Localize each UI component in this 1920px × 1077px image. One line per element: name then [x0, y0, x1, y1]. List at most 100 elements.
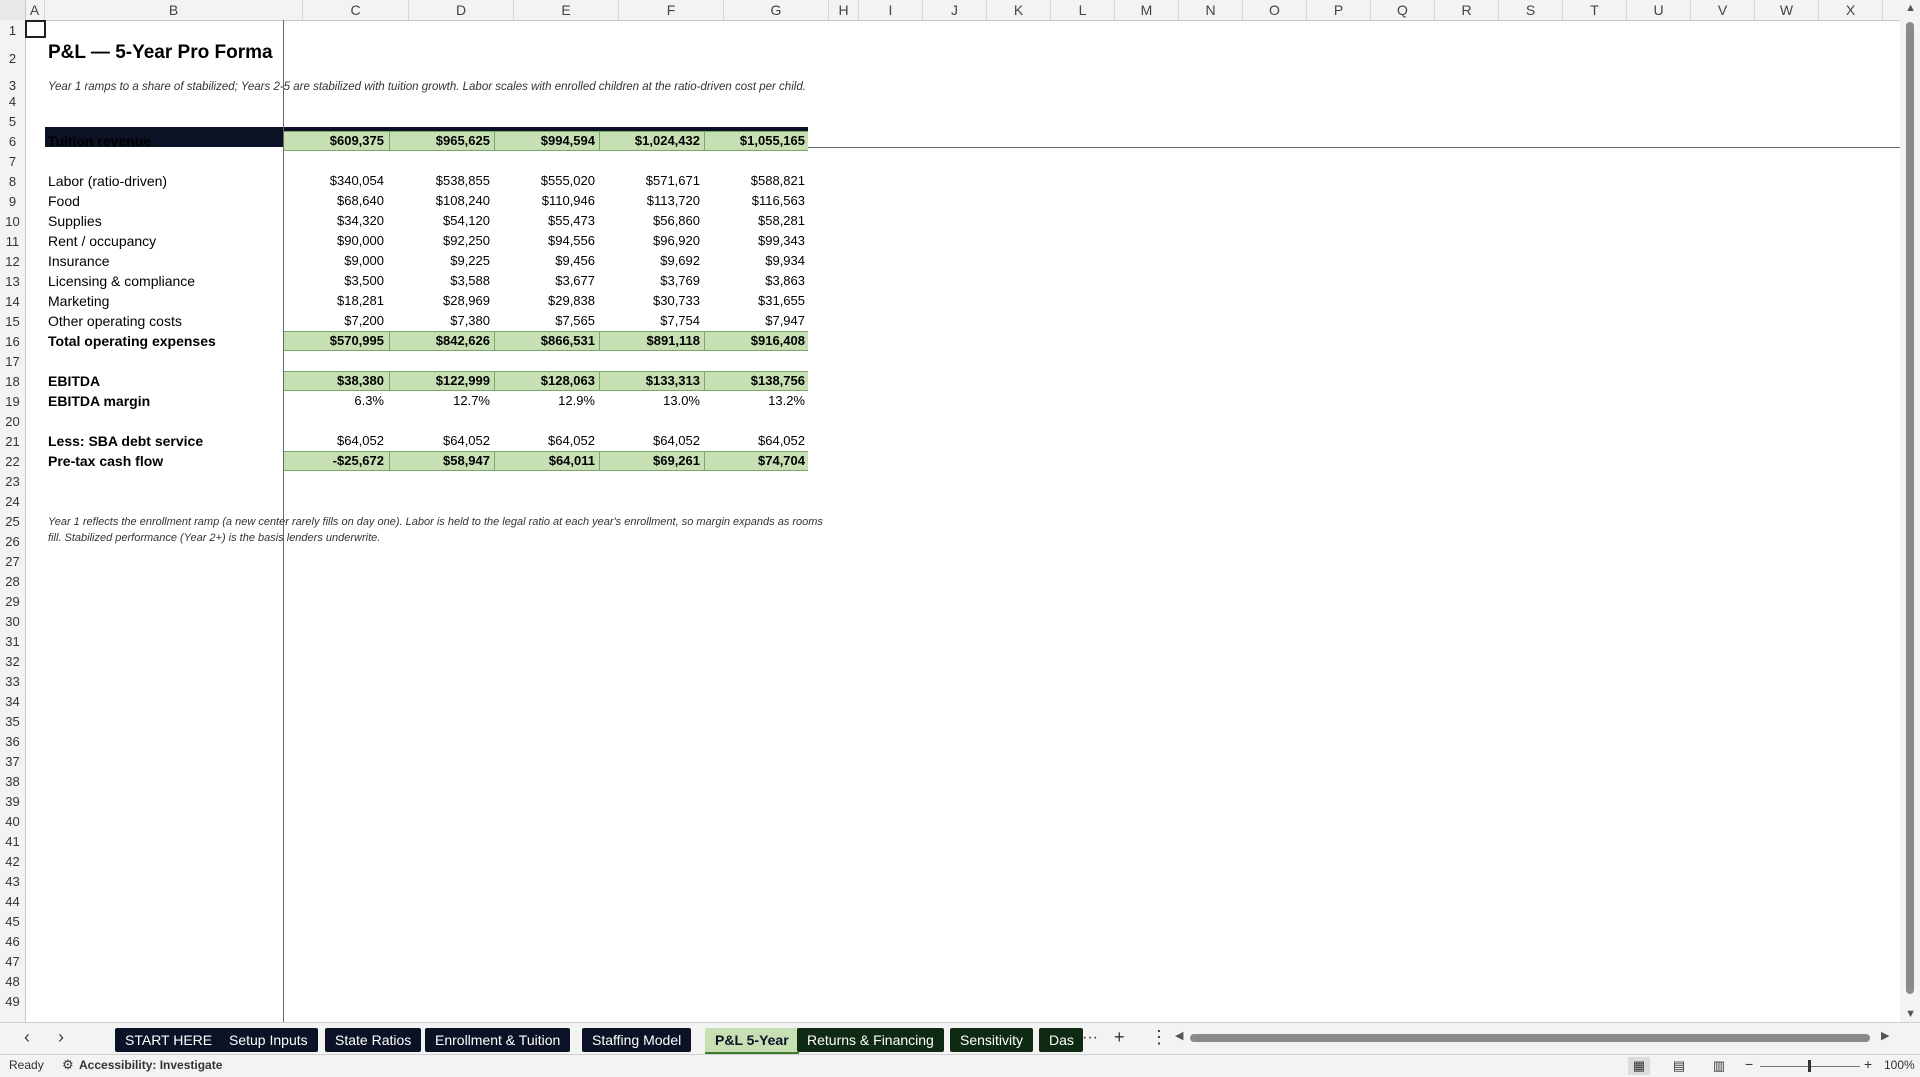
row-header-34[interactable]: 34 — [0, 694, 25, 709]
value-cell[interactable]: $108,240 — [390, 191, 490, 211]
value-cell[interactable]: 12.7% — [390, 391, 490, 411]
value-cell[interactable]: $538,855 — [390, 171, 490, 191]
value-cell[interactable]: $9,000 — [284, 251, 384, 271]
column-header-t[interactable]: T — [1563, 0, 1627, 20]
row-header-3[interactable]: 3 — [0, 78, 25, 93]
row-header-2[interactable]: 2 — [0, 51, 25, 66]
row-header-45[interactable]: 45 — [0, 914, 25, 929]
value-cell[interactable]: $9,692 — [600, 251, 700, 271]
row-header-11[interactable]: 11 — [0, 234, 25, 249]
value-cell[interactable]: $1,055,165 — [705, 131, 805, 151]
tab-prev-icon[interactable]: ‹ — [24, 1027, 30, 1048]
row-header-12[interactable]: 12 — [0, 254, 25, 269]
sheet-tab[interactable]: Enrollment & Tuition — [425, 1028, 571, 1052]
value-cell[interactable]: $56,860 — [600, 211, 700, 231]
value-cell[interactable]: $68,640 — [284, 191, 384, 211]
row-label[interactable]: Licensing & compliance — [48, 271, 195, 291]
row-header-33[interactable]: 33 — [0, 674, 25, 689]
value-cell[interactable]: $866,531 — [495, 331, 595, 351]
value-cell[interactable]: $7,754 — [600, 311, 700, 331]
row-label[interactable]: Marketing — [48, 291, 109, 311]
column-header-i[interactable]: I — [859, 0, 923, 20]
row-header-5[interactable]: 5 — [0, 114, 25, 129]
value-cell[interactable]: $570,995 — [284, 331, 384, 351]
worksheet-grid[interactable]: P&L — 5-Year Pro Forma Year 1 ramps to a… — [25, 20, 1900, 1022]
row-header-7[interactable]: 7 — [0, 154, 25, 169]
row-header-17[interactable]: 17 — [0, 354, 25, 369]
value-cell[interactable]: $3,863 — [705, 271, 805, 291]
add-sheet-icon[interactable]: + — [1114, 1027, 1125, 1048]
value-cell[interactable]: $9,934 — [705, 251, 805, 271]
value-cell[interactable]: $994,594 — [495, 131, 595, 151]
row-header-48[interactable]: 48 — [0, 974, 25, 989]
row-header-39[interactable]: 39 — [0, 794, 25, 809]
value-cell[interactable]: $99,343 — [705, 231, 805, 251]
row-header-21[interactable]: 21 — [0, 434, 25, 449]
row-header-24[interactable]: 24 — [0, 494, 25, 509]
row-header-10[interactable]: 10 — [0, 214, 25, 229]
column-header-e[interactable]: E — [514, 0, 619, 20]
row-header-6[interactable]: 6 — [0, 134, 25, 149]
row-header-43[interactable]: 43 — [0, 874, 25, 889]
value-cell[interactable]: $916,408 — [705, 331, 805, 351]
column-header-u[interactable]: U — [1627, 0, 1691, 20]
column-header-l[interactable]: L — [1051, 0, 1115, 20]
column-header-x[interactable]: X — [1819, 0, 1883, 20]
row-label[interactable]: Rent / occupancy — [48, 231, 156, 251]
row-label[interactable]: EBITDA — [48, 371, 100, 391]
column-header-g[interactable]: G — [724, 0, 829, 20]
column-header-r[interactable]: R — [1435, 0, 1499, 20]
zoom-in-icon[interactable]: + — [1864, 1056, 1872, 1072]
row-header-23[interactable]: 23 — [0, 474, 25, 489]
active-cell-a1[interactable] — [25, 20, 46, 38]
row-header-25[interactable]: 25 — [0, 514, 25, 529]
row-header-41[interactable]: 41 — [0, 834, 25, 849]
horizontal-scroll-thumb[interactable] — [1190, 1034, 1870, 1042]
value-cell[interactable]: $90,000 — [284, 231, 384, 251]
value-cell[interactable]: -$25,672 — [284, 451, 384, 471]
row-header-36[interactable]: 36 — [0, 734, 25, 749]
more-tabs-icon[interactable]: ··· — [1082, 1029, 1098, 1047]
row-label[interactable]: Insurance — [48, 251, 109, 271]
row-label[interactable]: Supplies — [48, 211, 102, 231]
value-cell[interactable]: $31,655 — [705, 291, 805, 311]
normal-view-icon[interactable]: ▦ — [1628, 1057, 1650, 1075]
value-cell[interactable]: $64,052 — [705, 431, 805, 451]
value-cell[interactable]: $128,063 — [495, 371, 595, 391]
sheet-tab[interactable]: Sensitivity — [950, 1028, 1034, 1052]
value-cell[interactable]: $3,588 — [390, 271, 490, 291]
row-header-18[interactable]: 18 — [0, 374, 25, 389]
column-header-a[interactable]: A — [25, 0, 45, 20]
value-cell[interactable]: $34,320 — [284, 211, 384, 231]
row-label[interactable]: Food — [48, 191, 80, 211]
value-cell[interactable]: $116,563 — [705, 191, 805, 211]
row-header-44[interactable]: 44 — [0, 894, 25, 909]
column-header-w[interactable]: W — [1755, 0, 1819, 20]
column-header-h[interactable]: H — [829, 0, 859, 20]
row-header-14[interactable]: 14 — [0, 294, 25, 309]
value-cell[interactable]: $58,947 — [390, 451, 490, 471]
value-cell[interactable]: $74,704 — [705, 451, 805, 471]
value-cell[interactable]: $609,375 — [284, 131, 384, 151]
value-cell[interactable]: $9,456 — [495, 251, 595, 271]
sheet-tab[interactable]: Returns & Financing — [797, 1028, 944, 1052]
tab-next-icon[interactable]: › — [58, 1027, 64, 1048]
value-cell[interactable]: $588,821 — [705, 171, 805, 191]
column-header-o[interactable]: O — [1243, 0, 1307, 20]
value-cell[interactable]: $555,020 — [495, 171, 595, 191]
sheet-tab[interactable]: START HERE — [115, 1028, 223, 1052]
value-cell[interactable]: $96,920 — [600, 231, 700, 251]
vertical-scroll-thumb[interactable] — [1906, 22, 1914, 994]
column-header-n[interactable]: N — [1179, 0, 1243, 20]
value-cell[interactable]: $92,250 — [390, 231, 490, 251]
column-header-v[interactable]: V — [1691, 0, 1755, 20]
page-break-preview-icon[interactable]: ▥ — [1708, 1057, 1730, 1075]
sheet-tab[interactable]: State Ratios — [325, 1028, 422, 1052]
value-cell[interactable]: $64,052 — [600, 431, 700, 451]
value-cell[interactable]: $842,626 — [390, 331, 490, 351]
value-cell[interactable]: $138,756 — [705, 371, 805, 391]
value-cell[interactable]: $110,946 — [495, 191, 595, 211]
scroll-right-icon[interactable]: ▶ — [1881, 1029, 1889, 1042]
horizontal-scrollbar[interactable]: ◀ ▶ — [1175, 1029, 1895, 1045]
value-cell[interactable]: $54,120 — [390, 211, 490, 231]
